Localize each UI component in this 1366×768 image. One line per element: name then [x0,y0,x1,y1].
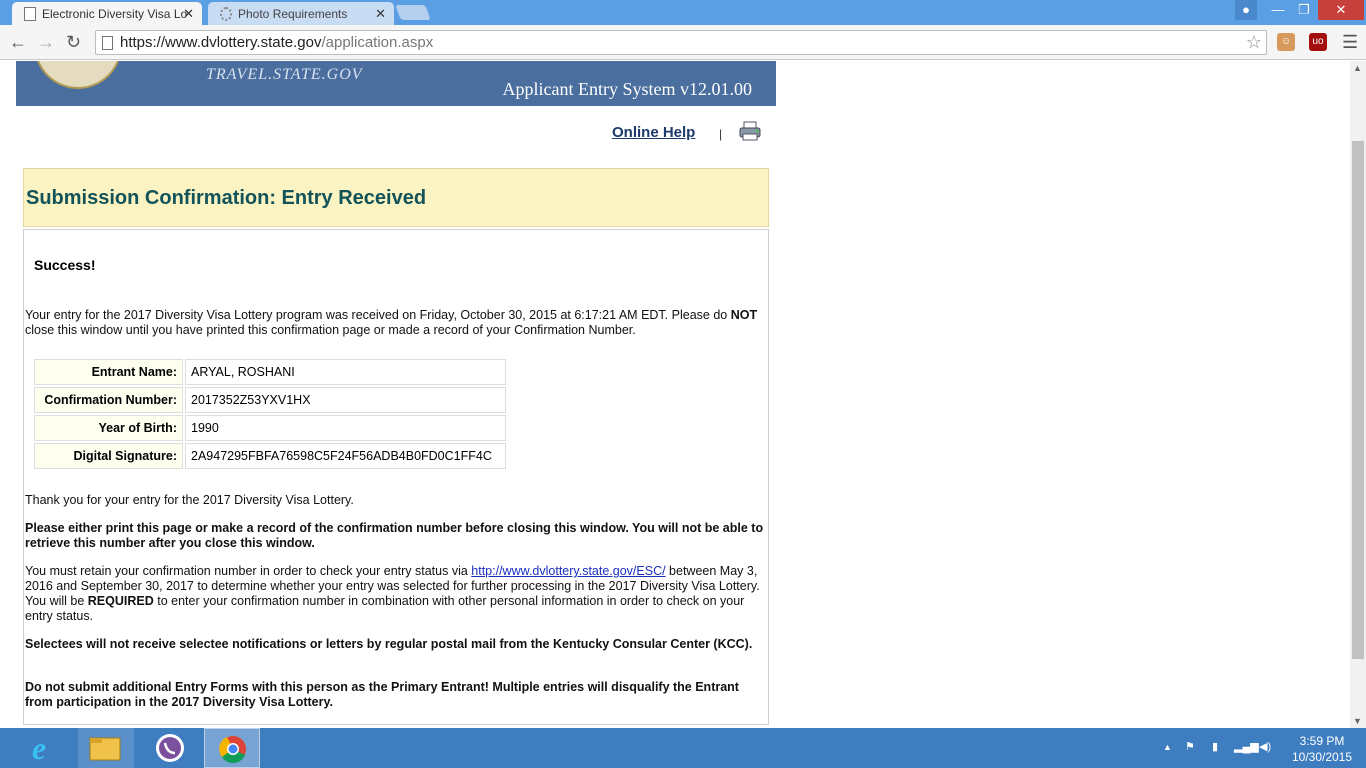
esc-link[interactable]: http://www.dvlottery.state.gov/ESC/ [471,564,665,578]
url-host: https://www.dvlottery.state.gov [120,34,322,51]
loading-icon [220,7,232,21]
year-of-birth-label: Year of Birth: [34,415,183,441]
table-row: Confirmation Number: 2017352Z53YXV1HX [34,387,506,413]
window-close-button[interactable]: ✕ [1318,0,1364,20]
scroll-thumb[interactable] [1352,141,1364,659]
mail-notice-text: Selectees will not receive selectee noti… [25,637,753,651]
table-row: Digital Signature: 2A947295FBFA76598C5F2… [34,443,506,469]
tab-photo-requirements[interactable]: Photo Requirements ✕ [208,2,394,25]
internet-explorer-icon[interactable]: e [18,728,74,768]
tab-title: Electronic Diversity Visa Lo [42,7,188,21]
new-tab-button[interactable] [395,5,431,20]
confirmation-content: Success! Your entry for the 2017 Diversi… [23,229,769,725]
ublock-icon[interactable]: uo [1309,33,1327,51]
minimize-button[interactable]: — [1266,0,1290,20]
action-center-flag-icon[interactable]: ⚑ [1185,740,1195,753]
tab-title: Photo Requirements [238,7,348,21]
online-help-link[interactable]: Online Help [612,124,695,141]
entrant-name-value: ARYAL, ROSHANI [185,359,506,385]
svg-text:e: e [32,730,46,766]
signal-icon[interactable]: ▂▄▆ [1234,740,1259,753]
print-icon[interactable] [738,121,762,141]
confirmation-header: Submission Confirmation: Entry Received [23,168,769,227]
page-icon [24,7,36,21]
close-icon[interactable]: ✕ [375,6,386,22]
back-arrow-icon[interactable]: ← [9,32,27,53]
print-warning-text: Please either print this page or make a … [25,521,764,550]
extension-face-icon[interactable]: ☺ [1277,33,1295,51]
url-text[interactable]: https://www.dvlottery.state.gov/applicat… [120,34,433,51]
volume-icon[interactable]: ◀) [1259,740,1271,753]
state-department-seal [34,61,122,89]
url-path: /application.aspx [321,34,434,51]
link-separator: | [719,127,723,141]
user-icon[interactable]: ● [1235,0,1257,20]
clock-date: 10/30/2015 [1291,750,1353,764]
close-icon[interactable]: ✕ [183,6,194,22]
restore-button[interactable]: ❐ [1292,0,1316,20]
success-message: Success! [34,257,96,273]
show-hidden-icons-chevron-icon[interactable]: ▲ [1163,742,1172,752]
site-banner: TRAVEL.STATE.GOV Applicant Entry System … [16,61,776,106]
page-viewport: TRAVEL.STATE.GOV Applicant Entry System … [0,61,1350,728]
reload-icon[interactable]: ↻ [66,32,81,53]
browser-tab-strip: Electronic Diversity Visa Lo ✕ Photo Req… [0,0,1366,25]
chrome-icon[interactable] [204,728,260,768]
scroll-down-arrow-icon[interactable]: ▼ [1353,716,1362,726]
windows-taskbar: e ▲ ⚑ ▮ ▂▄▆ ◀) 3:59 PM 10/30/2015 [0,728,1366,768]
confirmation-number-value: 2017352Z53YXV1HX [185,387,506,413]
forward-arrow-icon[interactable]: → [37,32,55,53]
system-clock[interactable]: 3:59 PM 10/30/2015 [1290,733,1354,765]
retain-number-paragraph: You must retain your confirmation number… [25,564,760,623]
intro-paragraph: Your entry for the 2017 Diversity Visa L… [25,308,758,337]
thank-you-text: Thank you for your entry for the 2017 Di… [25,493,354,507]
multiple-entries-warning: Do not submit additional Entry Forms wit… [25,680,739,709]
page-title: Submission Confirmation: Entry Received [26,187,427,209]
viber-icon[interactable] [142,728,198,768]
menu-icon[interactable]: ☰ [1342,32,1358,53]
confirmation-number-label: Confirmation Number: [34,387,183,413]
page-icon [102,36,113,50]
entrant-name-label: Entrant Name: [34,359,183,385]
entrant-info-table: Entrant Name: ARYAL, ROSHANI Confirmatio… [32,357,508,471]
site-name: TRAVEL.STATE.GOV [206,66,363,83]
battery-icon[interactable]: ▮ [1212,740,1218,753]
vertical-scrollbar[interactable]: ▲ ▼ [1350,61,1366,728]
clock-time: 3:59 PM [1299,734,1345,748]
bookmark-star-icon[interactable]: ☆ [1246,32,1262,53]
table-row: Year of Birth: 1990 [34,415,506,441]
year-of-birth-value: 1990 [185,415,506,441]
file-explorer-icon[interactable] [78,728,134,768]
system-title: Applicant Entry System v12.01.00 [502,79,752,99]
digital-signature-value: 2A947295FBFA76598C5F24F56ADB4B0FD0C1FF4C [185,443,506,469]
tab-electronic-diversity-visa[interactable]: Electronic Diversity Visa Lo ✕ [12,2,202,25]
table-row: Entrant Name: ARYAL, ROSHANI [34,359,506,385]
browser-toolbar: ← → ↻ https://www.dvlottery.state.gov/ap… [0,25,1366,60]
scroll-up-arrow-icon[interactable]: ▲ [1353,63,1362,73]
address-bar[interactable]: https://www.dvlottery.state.gov/applicat… [95,30,1267,55]
digital-signature-label: Digital Signature: [34,443,183,469]
